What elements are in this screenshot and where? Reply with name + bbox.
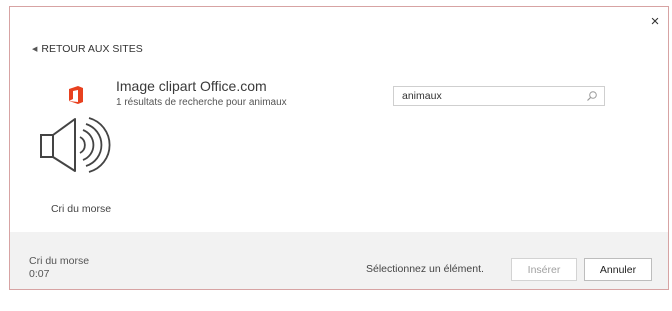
insert-audio-dialog: × ◀ RETOUR AUX SITES Image clipart Offic… [9, 6, 669, 290]
results-count: 1 résultats de recherche pour animaux [116, 97, 287, 108]
back-to-sites-label: RETOUR AUX SITES [41, 43, 143, 55]
close-button[interactable]: × [648, 13, 662, 30]
selected-item-title: Cri du morse [29, 255, 90, 267]
office-logo-icon [69, 86, 83, 104]
search-box [393, 86, 605, 106]
chevron-left-icon: ◀ [32, 46, 38, 53]
selected-item-duration: 0:07 [29, 268, 50, 280]
speaker-sound-icon [40, 117, 111, 173]
close-icon: × [650, 13, 660, 30]
provider-title: Image clipart Office.com [116, 78, 267, 94]
search-icon[interactable] [586, 90, 598, 102]
dialog-footer: Cri du morse 0:07 Sélectionnez un élémen… [10, 232, 668, 289]
cancel-button[interactable]: Annuler [584, 258, 652, 281]
search-input[interactable] [394, 87, 582, 105]
result-item[interactable]: Cri du morse [30, 111, 128, 223]
result-item-label: Cri du morse [50, 203, 112, 215]
selection-hint: Sélectionnez un élément. [366, 263, 484, 275]
insert-button[interactable]: Insérer [511, 258, 577, 281]
back-to-sites-link[interactable]: ◀ RETOUR AUX SITES [32, 43, 143, 55]
